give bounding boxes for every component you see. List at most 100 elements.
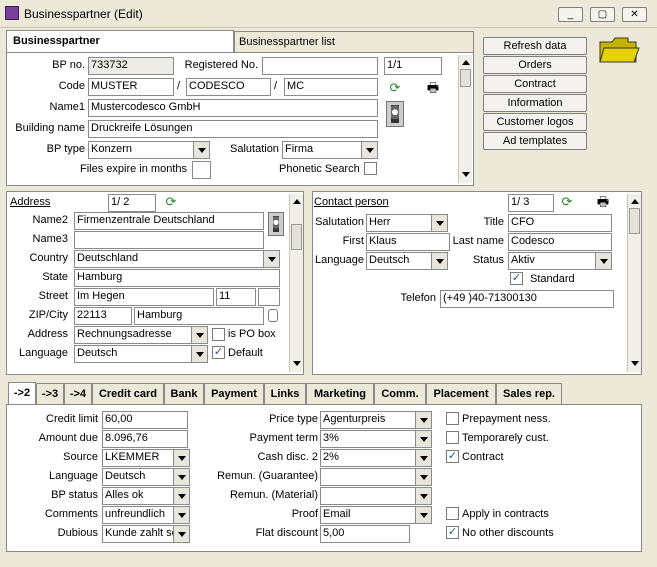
chevron-down-icon[interactable]: [173, 469, 189, 485]
country-select[interactable]: Deutschland: [74, 250, 280, 268]
state-field[interactable]: Hamburg: [74, 269, 280, 287]
chevron-down-icon[interactable]: [361, 142, 377, 158]
address-link[interactable]: Address: [10, 196, 50, 208]
chevron-down-icon[interactable]: [191, 327, 207, 343]
chevron-down-icon[interactable]: [415, 450, 431, 466]
last-name-field[interactable]: Codesco: [508, 233, 612, 251]
proof-select[interactable]: Email: [320, 506, 432, 524]
files-expire-field[interactable]: [192, 161, 211, 179]
print-icon[interactable]: 🖶: [594, 193, 612, 211]
name1-field[interactable]: Mustercodesco GmbH: [88, 99, 378, 117]
temporarely-checkbox[interactable]: [446, 431, 459, 444]
apply-contracts-checkbox[interactable]: [446, 507, 459, 520]
orders-button[interactable]: Orders: [483, 56, 587, 74]
chevron-down-icon[interactable]: [431, 215, 447, 231]
scroll-down-icon[interactable]: [291, 358, 302, 369]
contact-page-field[interactable]: 1/ 3: [508, 194, 554, 212]
chevron-down-icon[interactable]: [263, 251, 279, 267]
bp-scrollbar[interactable]: [458, 55, 472, 183]
remun-material-select[interactable]: [320, 487, 432, 505]
bpno-field[interactable]: 733732: [88, 57, 174, 75]
bptype-select[interactable]: Konzern: [88, 141, 210, 159]
code3-field[interactable]: MC: [284, 78, 378, 96]
contract-button[interactable]: Contract: [483, 75, 587, 93]
street-extra-field[interactable]: [258, 288, 280, 306]
finance-language-select[interactable]: Deutsch: [102, 468, 190, 486]
tab-placement[interactable]: Placement: [426, 383, 496, 405]
source-select[interactable]: LKEMMER: [102, 449, 190, 467]
chevron-down-icon[interactable]: [191, 346, 207, 362]
print-icon[interactable]: 🖶: [424, 79, 442, 97]
houseno-field[interactable]: 11: [216, 288, 256, 306]
credit-limit-field[interactable]: 60,00: [102, 411, 188, 429]
regno-field[interactable]: [262, 57, 378, 75]
city-lookup-button[interactable]: [268, 309, 278, 322]
contact-title-field[interactable]: CFO: [508, 214, 612, 232]
contact-language-select[interactable]: Deutsch: [366, 252, 448, 270]
first-name-field[interactable]: Klaus: [366, 233, 450, 251]
photo-icon[interactable]: [386, 101, 404, 127]
chevron-down-icon[interactable]: [173, 526, 189, 542]
address-scrollbar[interactable]: [289, 194, 303, 372]
status-select[interactable]: Aktiv: [508, 252, 612, 270]
city-field[interactable]: Hamburg: [134, 307, 264, 325]
scroll-down-icon[interactable]: [460, 169, 471, 180]
tab-arrow-4[interactable]: ->4: [64, 383, 92, 405]
prepayment-checkbox[interactable]: [446, 412, 459, 425]
name2-field[interactable]: Firmenzentrale Deutschland: [74, 212, 264, 230]
bp-status-select[interactable]: Alles ok: [102, 487, 190, 505]
scroll-down-icon[interactable]: [629, 358, 640, 369]
street-field[interactable]: Im Hegen: [74, 288, 214, 306]
cash-disc-select[interactable]: 2%: [320, 449, 432, 467]
tab-payment[interactable]: Payment: [204, 383, 264, 405]
address-page-field[interactable]: 1/ 2: [108, 194, 156, 212]
no-other-discounts-checkbox[interactable]: ✓: [446, 526, 459, 539]
scroll-thumb[interactable]: [460, 69, 471, 87]
tab-links[interactable]: Links: [264, 383, 306, 405]
chevron-down-icon[interactable]: [415, 469, 431, 485]
tab-arrow-2[interactable]: ->2: [8, 382, 36, 405]
comments-select[interactable]: unfreundlich: [102, 506, 190, 524]
chevron-down-icon[interactable]: [415, 507, 431, 523]
amount-due-field[interactable]: 8.096,76: [102, 430, 188, 448]
close-button[interactable]: ✕: [622, 7, 647, 22]
tab-businesspartner[interactable]: Businesspartner: [6, 30, 234, 53]
chevron-down-icon[interactable]: [415, 488, 431, 504]
telefon-field[interactable]: (+49 )40-71300130: [440, 290, 614, 308]
standard-checkbox[interactable]: ✓: [510, 272, 523, 285]
chevron-down-icon[interactable]: [193, 142, 209, 158]
refresh-data-button[interactable]: Refresh data: [483, 37, 587, 55]
remun-guarantee-select[interactable]: [320, 468, 432, 486]
chevron-down-icon[interactable]: [173, 507, 189, 523]
code2-field[interactable]: CODESCO: [186, 78, 271, 96]
minimize-button[interactable]: _: [558, 7, 583, 22]
ad-templates-button[interactable]: Ad templates: [483, 132, 587, 150]
maximize-button[interactable]: ▢: [590, 7, 615, 22]
scroll-thumb[interactable]: [291, 224, 302, 250]
refresh-icon[interactable]: ⟳: [162, 193, 180, 211]
contact-salutation-select[interactable]: Herr: [366, 214, 448, 232]
default-checkbox[interactable]: ✓: [212, 346, 225, 359]
scroll-thumb[interactable]: [629, 208, 640, 234]
tab-bank[interactable]: Bank: [164, 383, 204, 405]
refresh-icon[interactable]: ⟳: [386, 79, 404, 97]
payment-term-select[interactable]: 3%: [320, 430, 432, 448]
chevron-down-icon[interactable]: [173, 450, 189, 466]
price-type-select[interactable]: Agenturpreis: [320, 411, 432, 429]
pobox-checkbox[interactable]: [212, 328, 225, 341]
information-button[interactable]: Information: [483, 94, 587, 112]
tab-arrow-3[interactable]: ->3: [36, 383, 64, 405]
chevron-down-icon[interactable]: [595, 253, 611, 269]
name3-field[interactable]: [74, 231, 264, 249]
address-type-select[interactable]: Rechnungsadresse: [74, 326, 208, 344]
building-field[interactable]: Druckreife Lösungen: [88, 120, 378, 138]
chevron-down-icon[interactable]: [415, 431, 431, 447]
customer-logos-button[interactable]: Customer logos: [483, 113, 587, 131]
code1-field[interactable]: MUSTER: [88, 78, 174, 96]
bp-page-field[interactable]: 1/1: [384, 57, 442, 75]
folder-icon[interactable]: [598, 36, 640, 64]
scroll-up-icon[interactable]: [629, 196, 640, 207]
tab-comm[interactable]: Comm.: [374, 383, 426, 405]
photo-icon[interactable]: [268, 212, 284, 236]
contact-scrollbar[interactable]: [627, 194, 641, 372]
